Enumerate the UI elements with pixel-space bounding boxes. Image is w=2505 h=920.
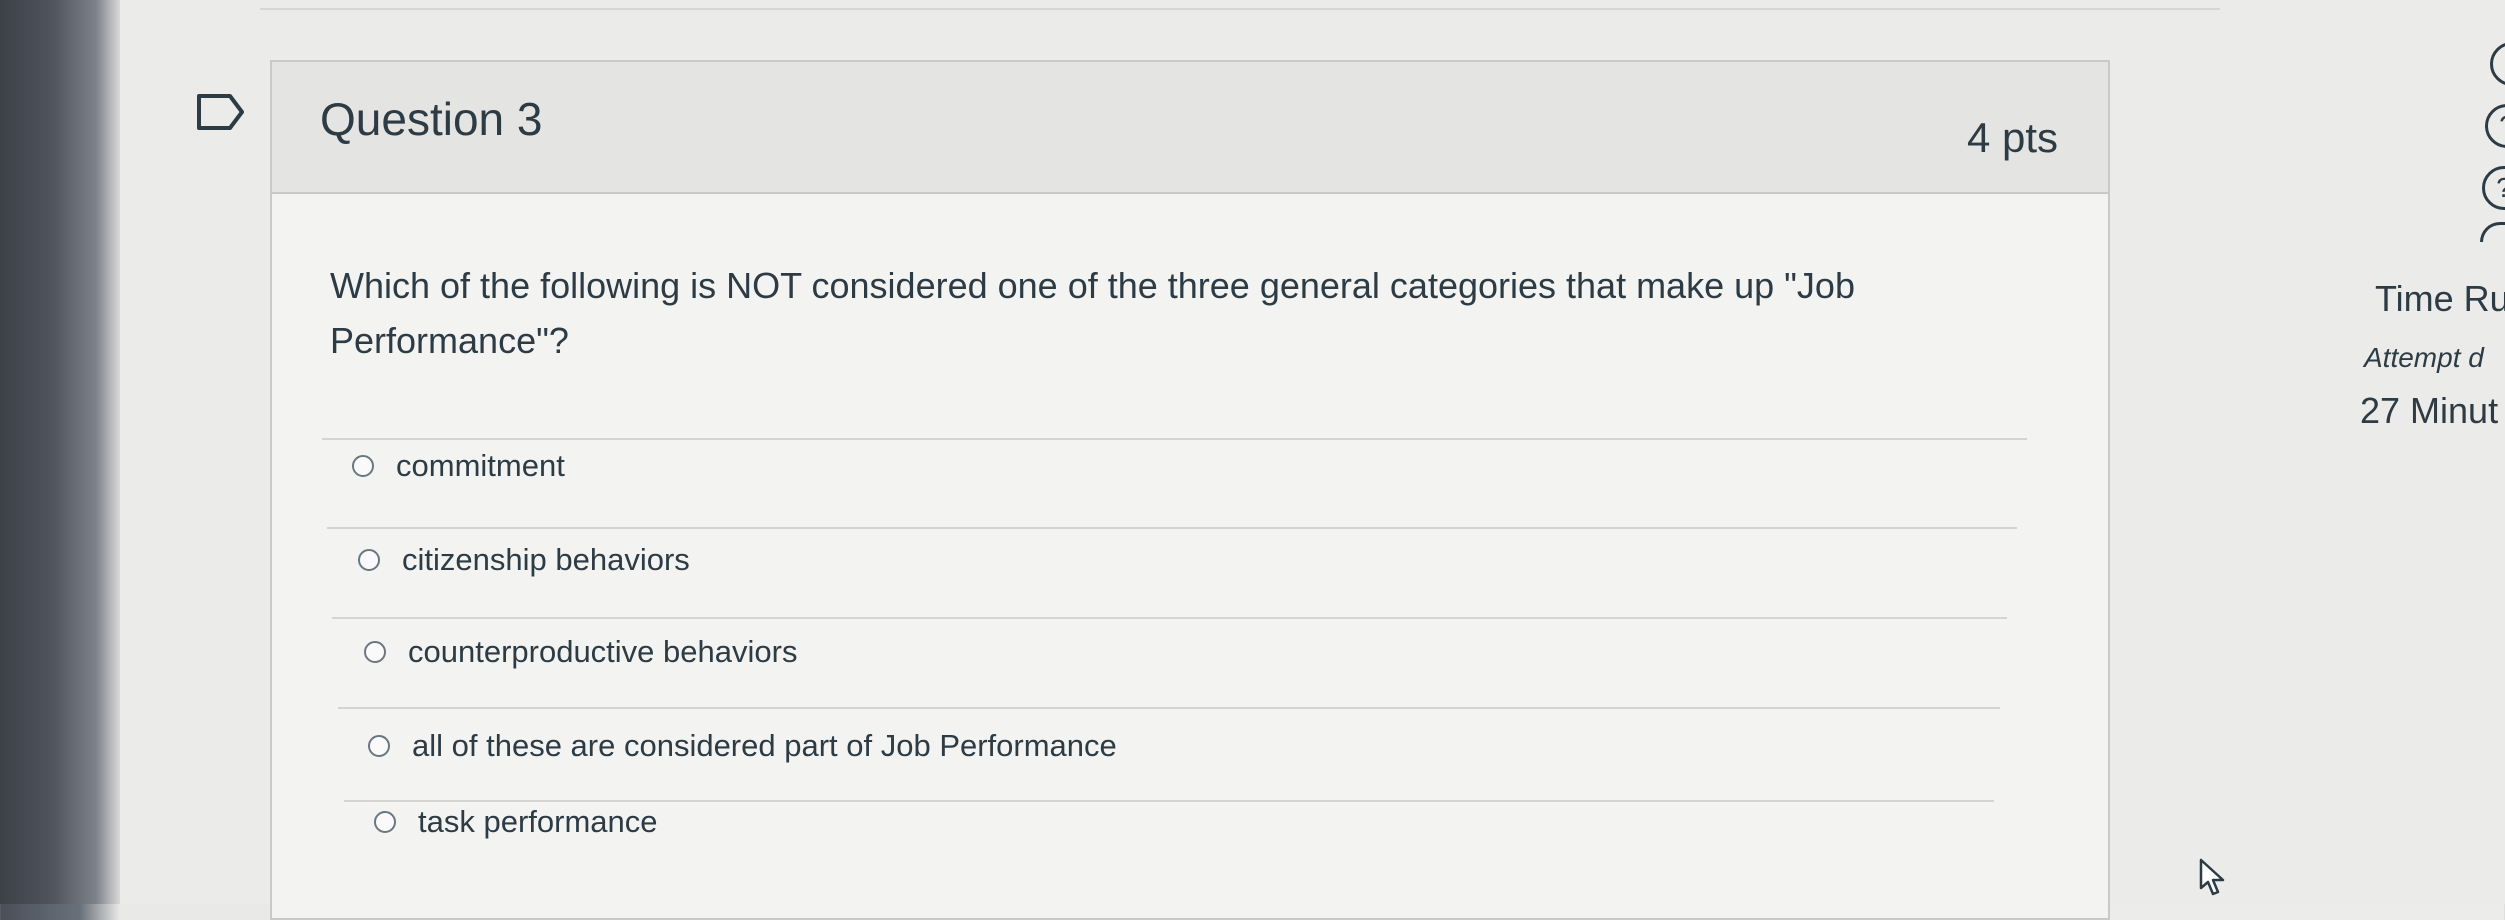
answer-label: counterproductive behaviors (408, 634, 798, 669)
attempt-due-label: Attempt d (2364, 342, 2484, 373)
radio-button[interactable] (364, 641, 386, 663)
mouse-pointer-icon (2198, 858, 2226, 898)
help-circle-icon[interactable]: ? (2482, 166, 2505, 210)
answer-label: commitment (396, 448, 565, 483)
answer-option-all-of-these[interactable]: all of these are considered part of Job … (368, 728, 1117, 764)
answer-option-task-performance[interactable]: task performance (374, 804, 658, 840)
answer-label: all of these are considered part of Job … (412, 728, 1117, 763)
answer-label: citizenship behaviors (402, 542, 690, 577)
question-card: Question 3 4 pts Which of the following … (270, 60, 2110, 920)
radio-button[interactable] (374, 811, 396, 833)
monitor-bezel (0, 0, 120, 904)
radio-button[interactable] (358, 549, 380, 571)
answer-label: task performance (418, 804, 658, 839)
answer-divider (332, 617, 2007, 619)
question-header: Question 3 4 pts (272, 62, 2108, 194)
answer-option-commitment[interactable]: commitment (352, 448, 565, 484)
quiz-sidebar: ? ? ? Time Ru Attempt d 27 Minut (2340, 0, 2505, 904)
question-points: 4 pts (1966, 114, 2058, 161)
help-circle-icon[interactable] (2480, 222, 2505, 242)
minutes-remaining: 27 Minut (2360, 390, 2499, 431)
radio-button[interactable] (368, 735, 390, 757)
answer-option-citizenship-behaviors[interactable]: citizenship behaviors (358, 542, 690, 578)
answer-divider (344, 800, 1994, 802)
answer-divider (338, 707, 2000, 709)
answer-divider (322, 438, 2027, 440)
help-circle-icon[interactable]: ? (2485, 104, 2505, 148)
answer-divider (327, 527, 2017, 529)
question-title: Question 3 (320, 93, 543, 145)
top-divider (260, 8, 2220, 10)
radio-button[interactable] (352, 455, 374, 477)
question-text: Which of the following is NOT considered… (330, 265, 1855, 361)
time-running-title: Time Ru (2375, 278, 2505, 319)
flag-question-icon[interactable] (196, 92, 246, 132)
answer-option-counterproductive-behaviors[interactable]: counterproductive behaviors (364, 634, 797, 670)
help-circle-icon[interactable]: ? (2490, 42, 2505, 86)
